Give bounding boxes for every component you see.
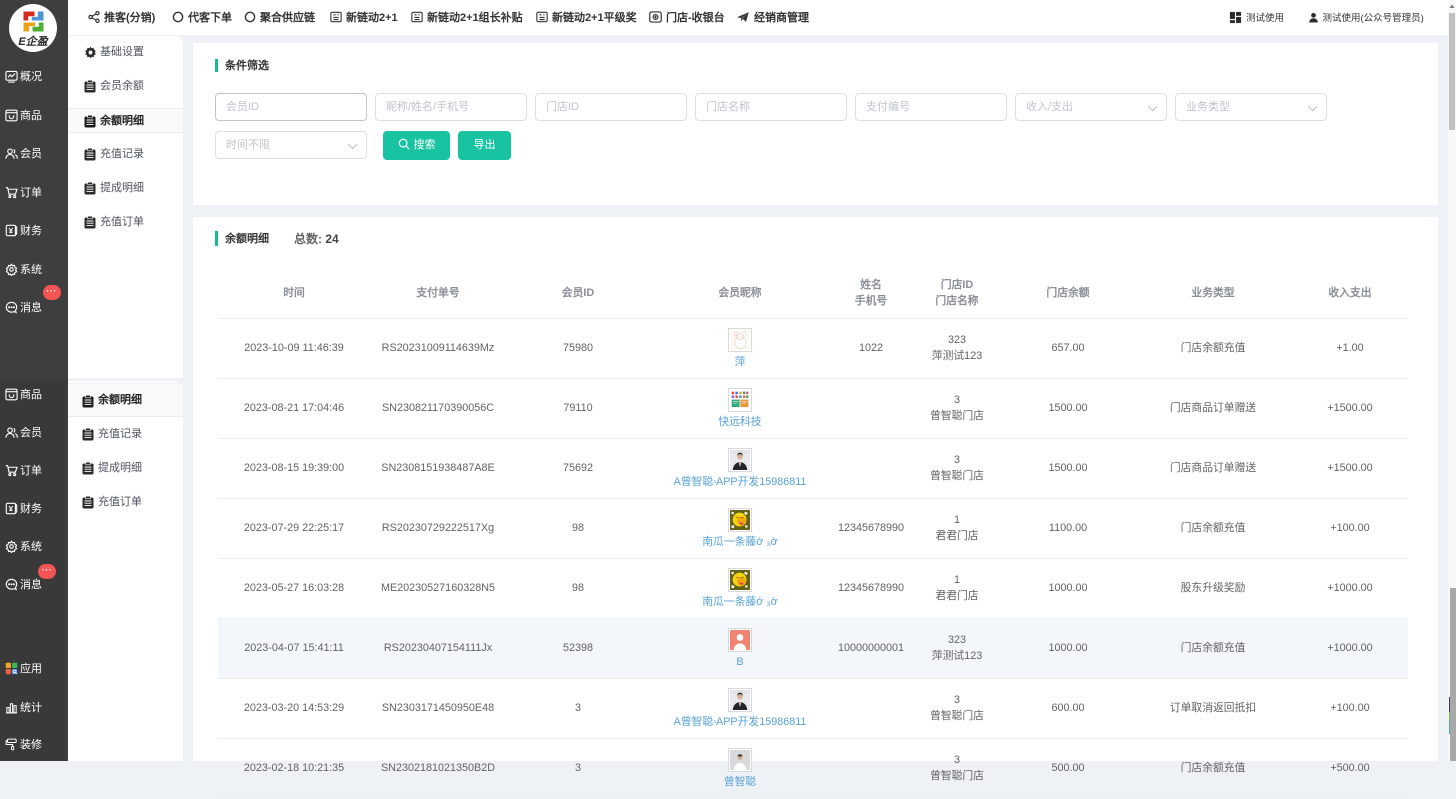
svg-text:E企盈: E企盈 [18,35,48,48]
